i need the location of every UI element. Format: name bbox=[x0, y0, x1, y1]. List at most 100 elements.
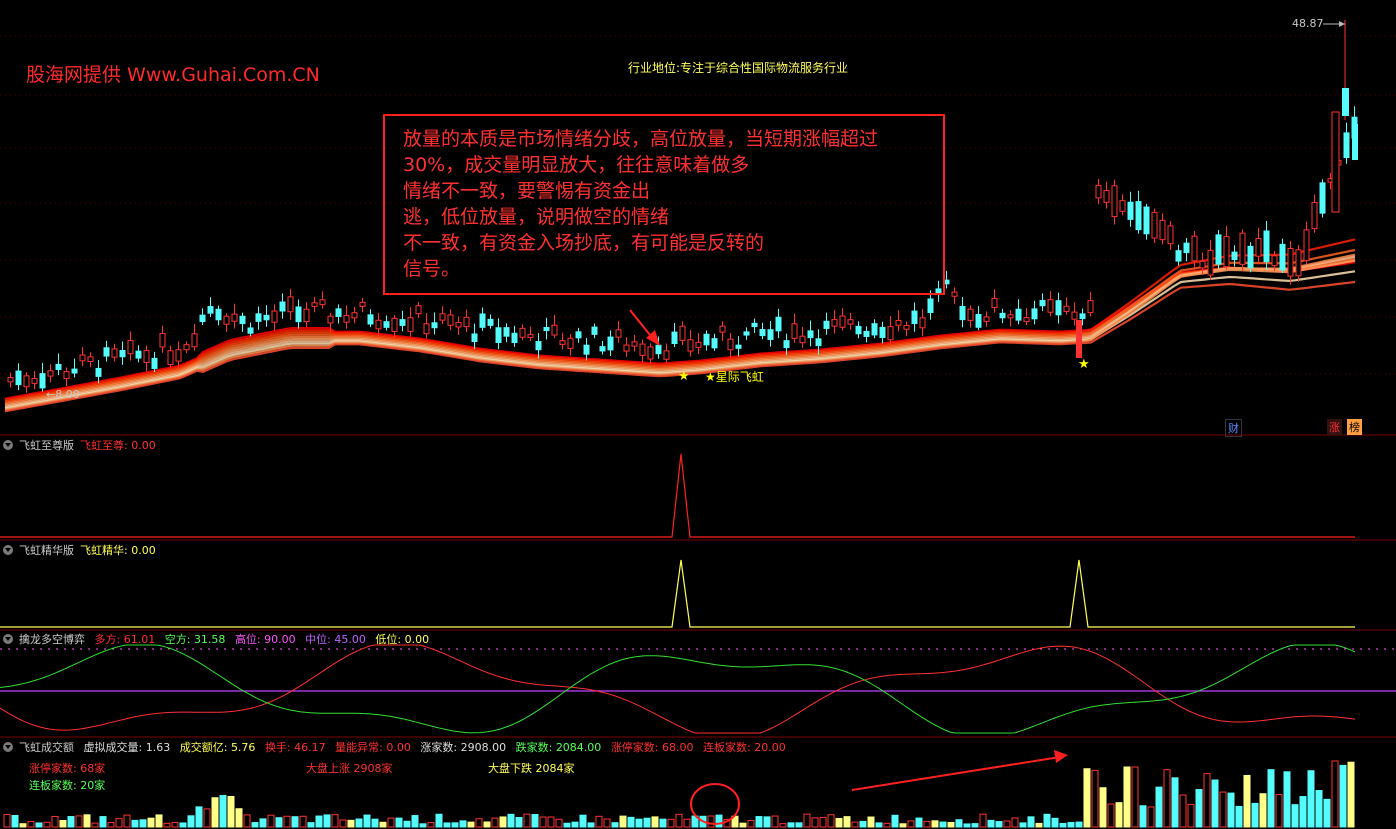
candle-body bbox=[1191, 235, 1198, 262]
volume-bar bbox=[563, 822, 571, 828]
volume-bar bbox=[1267, 769, 1275, 828]
candle-body bbox=[623, 344, 630, 352]
virtual-volume-label: 虚拟成交量: bbox=[83, 741, 143, 754]
candle-body bbox=[599, 346, 606, 352]
volume-bar bbox=[1019, 822, 1027, 828]
volume-bar bbox=[1331, 760, 1339, 828]
volume-bar bbox=[1035, 822, 1043, 828]
candle-body bbox=[1215, 234, 1222, 265]
volume-bar bbox=[1243, 774, 1251, 828]
volume-bar bbox=[635, 818, 643, 828]
candle-body bbox=[959, 305, 966, 321]
candle-body bbox=[695, 341, 702, 348]
volume-bar bbox=[1123, 766, 1131, 828]
volume-bar bbox=[163, 822, 171, 828]
candle-body bbox=[383, 321, 390, 328]
candle-body bbox=[167, 350, 174, 366]
volume-bar bbox=[67, 816, 75, 828]
candle-body bbox=[615, 329, 622, 338]
volume-bar bbox=[971, 823, 979, 828]
candle-body bbox=[663, 350, 670, 360]
consecutive-label: 连板家数: bbox=[703, 741, 751, 754]
candle-body bbox=[1295, 249, 1302, 277]
volume-bar bbox=[1187, 803, 1195, 828]
panel-dropdown-icon[interactable] bbox=[3, 634, 13, 644]
volume-bar bbox=[1251, 802, 1259, 828]
candle-body bbox=[1247, 245, 1254, 269]
volume-bar bbox=[1099, 787, 1107, 828]
candle-body bbox=[15, 370, 22, 386]
zhizun-line bbox=[0, 453, 1355, 538]
volume-bar bbox=[763, 816, 771, 828]
candle-body bbox=[631, 341, 638, 347]
candle-body bbox=[1239, 232, 1246, 265]
candle-body bbox=[1087, 300, 1094, 313]
candle-body bbox=[855, 325, 862, 335]
candle-body bbox=[1331, 111, 1340, 213]
panel-dropdown-icon[interactable] bbox=[3, 742, 13, 752]
candle-body bbox=[919, 317, 926, 329]
panel-dropdown-icon[interactable] bbox=[3, 440, 13, 450]
candle-body bbox=[311, 302, 318, 307]
candle-body bbox=[407, 317, 414, 332]
volume-bar bbox=[131, 819, 139, 828]
volume-bar bbox=[1083, 768, 1091, 828]
volume-bar bbox=[915, 817, 923, 828]
annotation-line: 不一致，有资金入场抄底，有可能是反转的 bbox=[403, 232, 765, 254]
volume-bar bbox=[1347, 761, 1355, 828]
volume-bar bbox=[91, 822, 99, 828]
panel4-name: 飞虹成交额 bbox=[19, 741, 74, 754]
jinghua-line bbox=[0, 559, 1355, 628]
candle-body bbox=[903, 324, 910, 330]
volume-bar bbox=[251, 822, 259, 828]
feihong-zhizun-plot bbox=[0, 453, 1355, 538]
candle-body bbox=[7, 376, 14, 383]
candle-body bbox=[1167, 225, 1174, 245]
volume-bar bbox=[459, 820, 467, 828]
candle-body bbox=[687, 339, 694, 352]
volume-bar bbox=[827, 814, 835, 828]
candle-body bbox=[783, 340, 790, 349]
candle-body bbox=[911, 310, 918, 325]
volume-bar bbox=[283, 815, 291, 828]
candle-body bbox=[119, 350, 126, 358]
candle-body bbox=[991, 297, 998, 309]
candle-body bbox=[863, 330, 870, 337]
candle-body bbox=[511, 332, 518, 344]
candle-body bbox=[951, 291, 958, 297]
candle-body bbox=[319, 299, 326, 306]
finance-tag[interactable]: 财 bbox=[1225, 419, 1242, 437]
candle-body bbox=[759, 329, 766, 337]
volume-bar bbox=[491, 817, 499, 828]
candle-body bbox=[1076, 320, 1082, 358]
candle-body bbox=[999, 312, 1006, 319]
candle-body bbox=[263, 314, 270, 321]
volume-bar bbox=[347, 819, 355, 828]
candle-body bbox=[1023, 317, 1030, 323]
volume-bar bbox=[755, 816, 763, 828]
rise-tag[interactable]: 涨 bbox=[1327, 419, 1342, 435]
volume-bar bbox=[443, 822, 451, 828]
candle-body bbox=[439, 313, 446, 321]
volume-bar bbox=[923, 820, 931, 828]
candle-body bbox=[543, 327, 550, 332]
candle-body bbox=[735, 344, 742, 349]
volume-bar bbox=[1067, 822, 1075, 828]
limit-up-label: 涨停家数: bbox=[610, 741, 659, 754]
rise-count-value: 2908.00 bbox=[460, 741, 507, 754]
candle-body bbox=[239, 315, 246, 325]
volume-bar bbox=[1059, 822, 1067, 828]
panel-dropdown-icon[interactable] bbox=[3, 545, 13, 555]
volume-bar bbox=[203, 808, 211, 828]
candle-body bbox=[527, 333, 534, 338]
volume-bar bbox=[419, 823, 427, 828]
volume-bar bbox=[555, 818, 563, 828]
candle-body bbox=[1127, 201, 1134, 220]
mid-value: 45.00 bbox=[334, 633, 366, 646]
volume-bar bbox=[219, 795, 227, 828]
rank-tag[interactable]: 榜 bbox=[1347, 419, 1362, 435]
candle-body bbox=[1319, 182, 1326, 214]
candle-body bbox=[279, 301, 286, 312]
volume-bar bbox=[35, 822, 43, 828]
volume-bar bbox=[315, 815, 323, 828]
